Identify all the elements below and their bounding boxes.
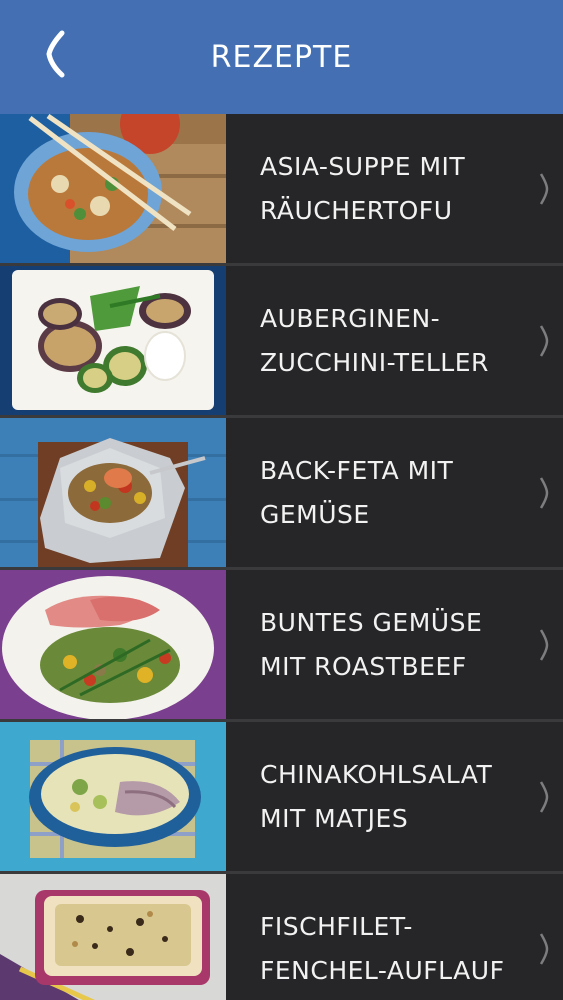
recipe-thumbnail [0, 570, 226, 719]
recipe-row[interactable]: FISCHFILET-FENCHEL-AUFLAUF [0, 874, 563, 1000]
chevron-right-icon [539, 780, 549, 813]
chevron-right-icon [539, 628, 549, 661]
recipe-title: BUNTES GEMÜSE MIT ROASTBEEF [260, 607, 483, 681]
chevron-right-icon [539, 324, 549, 357]
recipe-thumbnail [0, 874, 226, 1000]
chevron-right-icon [539, 932, 549, 965]
back-button[interactable] [30, 22, 80, 86]
recipe-title: CHINAKOHLSALAT MIT MATJES [260, 759, 493, 833]
chevron-left-icon [46, 30, 65, 78]
recipe-row[interactable]: BUNTES GEMÜSE MIT ROASTBEEF [0, 570, 563, 722]
recipe-row[interactable]: ASIA-SUPPE MIT RÄUCHERTOFU [0, 114, 563, 266]
recipe-thumbnail [0, 418, 226, 567]
recipe-thumbnail [0, 266, 226, 415]
recipe-thumbnail [0, 114, 226, 263]
recipe-thumbnail [0, 722, 226, 871]
recipe-list: ASIA-SUPPE MIT RÄUCHERTOFU AUBERGINEN-ZU… [0, 114, 563, 1000]
nav-bar: REZEPTE [0, 0, 563, 114]
recipe-row[interactable]: CHINAKOHLSALAT MIT MATJES [0, 722, 563, 874]
recipe-title: BACK-FETA MIT GEMÜSE [260, 455, 454, 529]
recipe-row[interactable]: BACK-FETA MIT GEMÜSE [0, 418, 563, 570]
page-title: REZEPTE [210, 39, 353, 75]
recipe-title: ASIA-SUPPE MIT RÄUCHERTOFU [260, 151, 466, 225]
chevron-right-icon [539, 172, 549, 205]
recipe-row[interactable]: AUBERGINEN-ZUCCHINI-TELLER [0, 266, 563, 418]
chevron-right-icon [539, 476, 549, 509]
app: REZEPTE ASIA-SUPPE MIT RÄUCHERTOFU AUBER… [0, 0, 563, 1000]
recipe-title: FISCHFILET-FENCHEL-AUFLAUF [260, 911, 505, 985]
recipe-title: AUBERGINEN-ZUCCHINI-TELLER [260, 303, 489, 377]
